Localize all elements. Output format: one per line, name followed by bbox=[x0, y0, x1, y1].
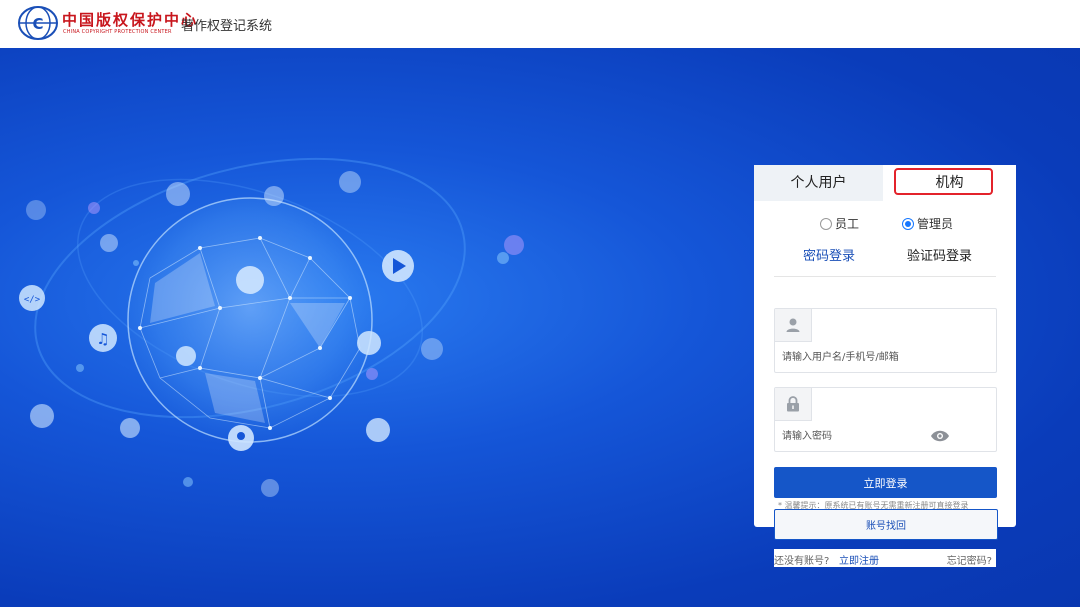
password-field bbox=[774, 387, 997, 452]
register-link[interactable]: 立即注册 bbox=[839, 552, 879, 567]
svg-text:</>: </> bbox=[24, 295, 41, 305]
eye-icon[interactable] bbox=[930, 430, 950, 442]
login-mode-switch: 密码登录 验证码登录 bbox=[774, 245, 996, 277]
tab-organization[interactable]: 机构 bbox=[883, 165, 1016, 201]
tab-personal-user[interactable]: 个人用户 bbox=[754, 165, 883, 201]
password-input[interactable] bbox=[782, 428, 932, 444]
top-header: C 中国版权保护中心 CHINA COPYRIGHT PROTECTION CE… bbox=[0, 0, 1080, 48]
no-account-text: 还没有账号? bbox=[774, 556, 830, 567]
username-field bbox=[774, 308, 997, 373]
role-staff-label: 员工 bbox=[835, 217, 860, 231]
user-type-tabs: 个人用户 机构 bbox=[754, 165, 1016, 201]
role-admin-radio[interactable]: 管理员 bbox=[902, 215, 953, 232]
svg-text:C: C bbox=[32, 15, 43, 33]
account-recovery-button[interactable]: 账号找回 bbox=[774, 509, 998, 540]
cpcc-logo-icon: C bbox=[18, 6, 58, 40]
tab-personal-user-label: 个人用户 bbox=[790, 175, 847, 191]
radio-checked-icon bbox=[902, 217, 914, 230]
radio-unchecked-icon bbox=[820, 217, 832, 230]
org-name-en: CHINA COPYRIGHT PROTECTION CENTER bbox=[63, 29, 172, 35]
role-staff-radio[interactable]: 员工 bbox=[820, 215, 859, 232]
org-name-cn: 中国版权保护中心 bbox=[62, 11, 199, 29]
role-admin-label: 管理员 bbox=[917, 217, 954, 231]
lock-icon bbox=[775, 388, 812, 421]
login-footer-links: 还没有账号? 立即注册 忘记密码? bbox=[774, 549, 996, 567]
system-title: 著作权登记系统 bbox=[181, 19, 273, 34]
password-login-tab[interactable]: 密码登录 bbox=[803, 245, 855, 264]
sms-code-login-tab[interactable]: 验证码登录 bbox=[907, 245, 972, 264]
highlight-box bbox=[894, 168, 993, 195]
login-submit-button[interactable]: 立即登录 bbox=[774, 467, 997, 498]
user-icon bbox=[775, 309, 812, 342]
username-input[interactable] bbox=[782, 349, 932, 365]
login-card: 个人用户 机构 员工 管理员 密码登录 验证码登录 请输入用户名/手机号/邮箱 … bbox=[754, 165, 1016, 527]
role-radio-group: 员工 管理员 bbox=[754, 215, 1016, 233]
forgot-password-link[interactable]: 忘记密码? bbox=[947, 552, 992, 567]
svg-text:♫: ♫ bbox=[96, 330, 109, 348]
